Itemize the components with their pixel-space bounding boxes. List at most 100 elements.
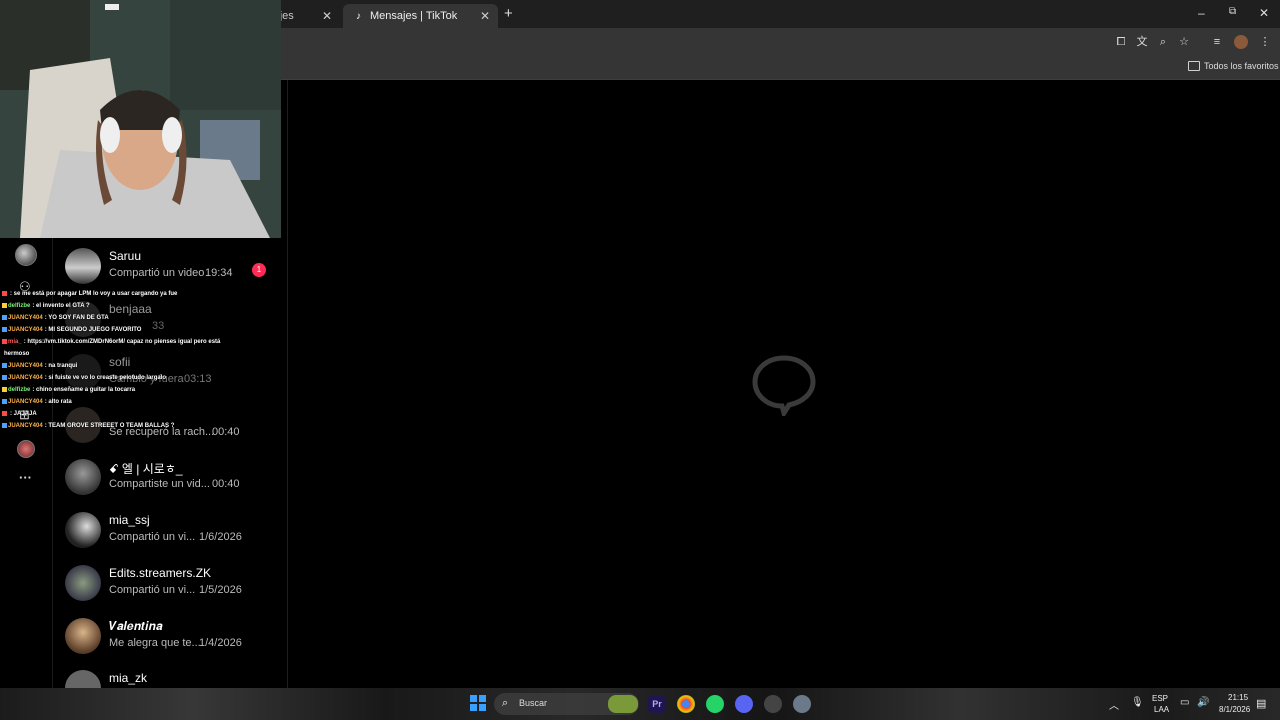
conversation-time: 1/4/2026 xyxy=(199,637,242,649)
close-tab-icon[interactable]: ✕ xyxy=(480,9,490,23)
conversation-preview: Compartiste un vid... xyxy=(109,478,210,490)
chat-message: : JAJAJA xyxy=(2,408,262,420)
chat-message: hermoso xyxy=(2,348,262,360)
conversation-name: mia_ssj xyxy=(109,513,150,527)
chat-text: : si fuiste ve vo lo creaste pelotudo la… xyxy=(44,375,167,381)
notifications-icon[interactable]: ▤ xyxy=(1256,697,1266,710)
conversation-item[interactable]: ꗃ 엘 | 시로ㅎ_ Compartiste un vid... 00:40 xyxy=(65,459,280,507)
chat-badge-icon xyxy=(2,302,7,308)
chat-message: delfizbe: el invento el GTA ? xyxy=(2,300,262,312)
language-indicator[interactable]: ESP xyxy=(1152,694,1168,703)
stream-chat-overlay: : se me está por apagar LPM lo voy a usa… xyxy=(2,288,262,432)
settings-gear-icon[interactable] xyxy=(793,695,811,713)
menu-kebab-icon[interactable]: ⋮ xyxy=(1258,35,1272,49)
chat-username: delfizbe xyxy=(8,303,31,309)
chat-text: : na tranqui xyxy=(44,363,78,369)
bookmark-star-icon[interactable]: ☆ xyxy=(1177,35,1191,49)
all-bookmarks-link[interactable]: Todos los favoritos xyxy=(1204,61,1279,71)
volume-icon[interactable]: 🔊 xyxy=(1197,697,1209,708)
chat-badge-icon xyxy=(2,326,7,332)
microphone-icon[interactable]: 🎙 xyxy=(1131,697,1144,708)
minimize-button[interactable]: – xyxy=(1198,6,1205,20)
close-tab-icon[interactable]: ✕ xyxy=(322,9,332,23)
chat-text: : JAJAJA xyxy=(10,411,37,417)
avatar xyxy=(65,512,101,548)
user-avatar[interactable] xyxy=(17,440,35,458)
chat-message: delfizbe: chino enseñame a guitar la toc… xyxy=(2,384,262,396)
chat-badge-icon xyxy=(2,410,7,416)
obs-icon[interactable] xyxy=(764,695,782,713)
chat-badge-icon xyxy=(2,386,7,392)
windows-start-icon[interactable] xyxy=(470,695,486,711)
avatar xyxy=(65,565,101,601)
conversation-name: ꗃ 엘 | 시로ㅎ_ xyxy=(109,462,183,476)
zoom-icon[interactable]: ⌕ xyxy=(1156,35,1170,49)
chat-message: JUANCY404: na tranqui xyxy=(2,360,262,372)
webcam-overlay xyxy=(0,0,281,238)
conversation-item[interactable]: mia_ssj Compartió un vi... 1/6/2026 xyxy=(65,512,280,560)
chrome-icon[interactable] xyxy=(677,695,695,713)
conversation-time: 1/5/2026 xyxy=(199,584,242,596)
chat-badge-icon xyxy=(2,398,7,404)
chat-text: : el invento el GTA ? xyxy=(32,303,90,309)
close-window-button[interactable]: ✕ xyxy=(1259,6,1269,20)
translate-icon[interactable]: 文 xyxy=(1135,35,1149,49)
conversation-preview: Compartió un vi... xyxy=(109,584,196,596)
profile-avatar[interactable] xyxy=(15,244,37,266)
chat-text: : TEAM GROVE STREEET O TEAM BALLAS ? xyxy=(44,423,175,429)
conversation-item[interactable]: 𝑽𝒂𝒍𝒆𝒏𝒕𝒊𝒏𝒂 Me alegra que te... 1/4/2026 xyxy=(65,618,280,666)
chat-message: JUANCY404: TEAM GROVE STREEET O TEAM BAL… xyxy=(2,420,262,432)
chat-username: delfizbe xyxy=(8,387,31,393)
conversation-preview: Compartió un vi... xyxy=(109,531,196,543)
chat-message: JUANCY404: MI SEGUNDO JUEGO FAVORITO xyxy=(2,324,262,336)
chat-message: mia_: https://vm.tiktok.com/ZMDrN6orM/ c… xyxy=(2,336,262,348)
chat-text: : se me está por apagar LPM lo voy a usa… xyxy=(10,291,178,297)
chat-username: JUANCY404 xyxy=(8,375,43,381)
network-icon[interactable]: ▭ xyxy=(1180,697,1189,708)
chat-text: : chino enseñame a guitar la tocarra xyxy=(32,387,136,393)
conversation-item[interactable]: Edits.streamers.ZK Compartió un vi... 1/… xyxy=(65,565,280,613)
chat-message: JUANCY404: YO SOY FAN DE GTA xyxy=(2,312,262,324)
tab-search-icon[interactable]: ≡ xyxy=(1210,35,1224,49)
language-sub-indicator: LAA xyxy=(1154,705,1170,714)
chat-message: : se me está por apagar LPM lo voy a usa… xyxy=(2,288,262,300)
chat-badge-icon xyxy=(2,422,7,428)
tab-title: Mensajes | TikTok xyxy=(370,10,458,22)
install-app-icon[interactable]: ⧠ xyxy=(1114,35,1128,49)
tiktok-icon: ♪ xyxy=(356,10,361,22)
chat-text: : MI SEGUNDO JUEGO FAVORITO xyxy=(44,327,142,333)
conversation-time: 1/6/2026 xyxy=(199,531,242,543)
chat-message: JUANCY404: alto rata xyxy=(2,396,262,408)
avatar xyxy=(65,459,101,495)
chat-message: JUANCY404: si fuiste ve vo lo creaste pe… xyxy=(2,372,262,384)
avatar xyxy=(65,618,101,654)
chevron-up-icon[interactable]: ︿ xyxy=(1109,697,1119,712)
chat-username: JUANCY404 xyxy=(8,423,43,429)
new-tab-button[interactable]: + xyxy=(504,5,513,22)
chat-badge-icon xyxy=(2,290,7,296)
conversation-preview: Me alegra que te... xyxy=(109,637,201,649)
chat-text: : https://vm.tiktok.com/ZMDrN6orM/ capaz… xyxy=(23,339,221,345)
conversation-time: 19:34 xyxy=(205,267,233,279)
tab-tiktok-messages[interactable]: ♪ Mensajes | TikTok ✕ xyxy=(343,4,498,28)
conversation-time: 00:40 xyxy=(212,478,240,490)
search-icon: ⌕ xyxy=(502,697,509,709)
chat-username: mia_ xyxy=(8,339,22,345)
profile-avatar[interactable] xyxy=(1234,35,1248,49)
chat-badge-icon xyxy=(2,374,7,380)
chat-text: : alto rata xyxy=(44,399,72,405)
premiere-pro-icon[interactable]: Pr xyxy=(648,695,666,713)
chat-text: hermoso xyxy=(4,351,30,357)
conversation-item[interactable]: mia_zk xyxy=(65,670,280,688)
more-icon[interactable]: ··· xyxy=(19,470,32,485)
chat-username: JUANCY404 xyxy=(8,399,43,405)
whatsapp-icon[interactable] xyxy=(706,695,724,713)
conversation-name: Edits.streamers.ZK xyxy=(109,566,212,580)
conversation-name: mia_zk xyxy=(109,671,148,685)
conversation-name: 𝑽𝒂𝒍𝒆𝒏𝒕𝒊𝒏𝒂 xyxy=(109,619,163,633)
search-highlight-image[interactable] xyxy=(608,695,638,713)
chat-username: JUANCY404 xyxy=(8,363,43,369)
restore-button[interactable]: ⧉ xyxy=(1229,6,1236,17)
clock-time[interactable]: 21:15 xyxy=(1228,693,1248,702)
discord-icon[interactable] xyxy=(735,695,753,713)
